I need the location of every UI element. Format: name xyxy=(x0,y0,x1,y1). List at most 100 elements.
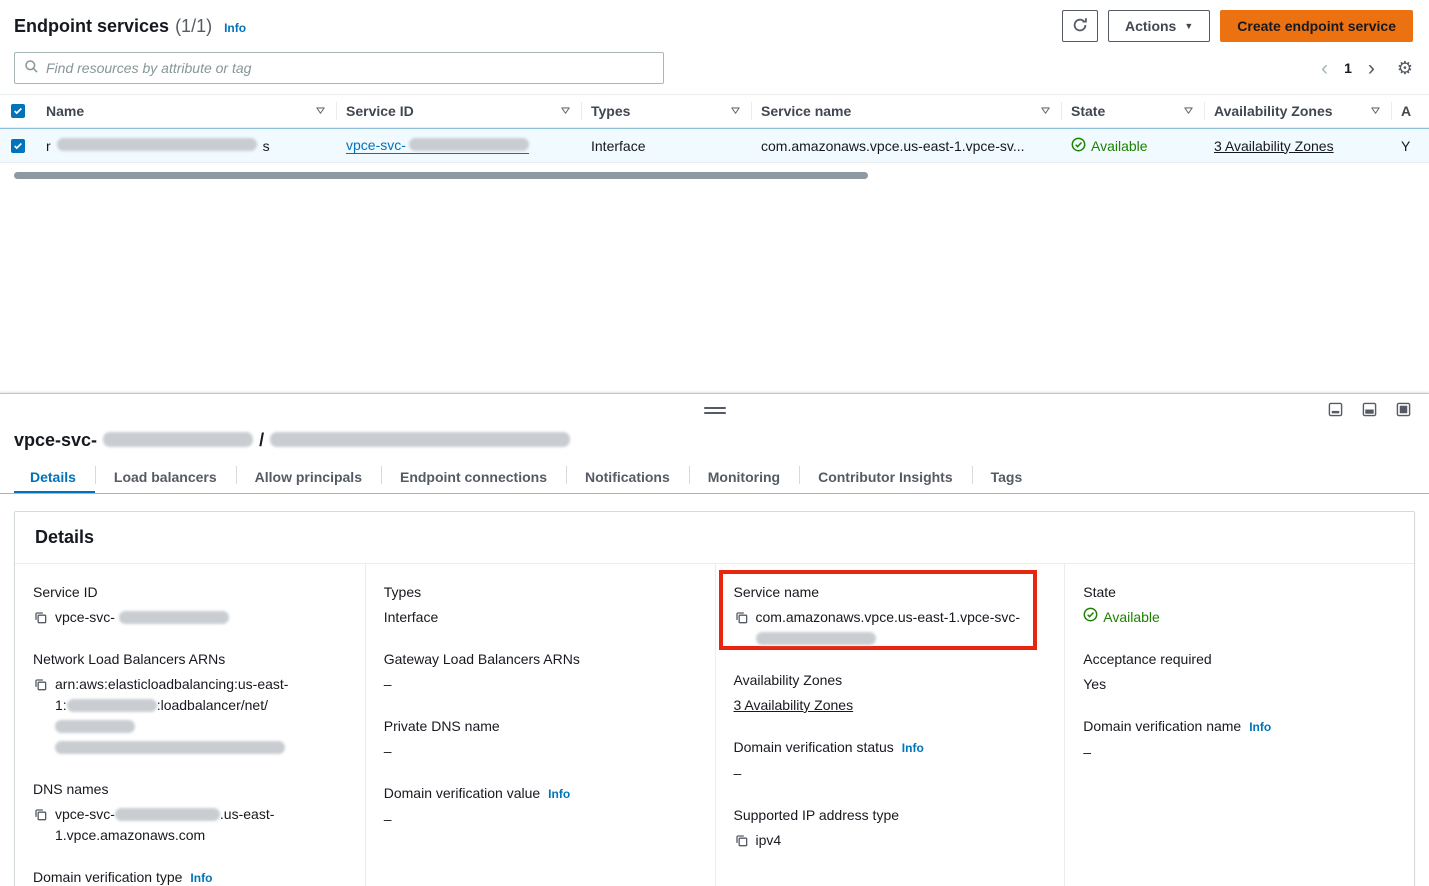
column-header-name[interactable]: Name xyxy=(36,95,336,127)
availability-zones-link[interactable]: 3 Availability Zones xyxy=(734,697,854,713)
field-service-id: Service ID vpce-svc- xyxy=(33,582,345,628)
filter-triangle-icon[interactable] xyxy=(560,103,571,119)
details-column-3: Service name com.amazonaws.vpce.us-east-… xyxy=(715,564,1065,886)
cell-types: Interface xyxy=(581,129,751,162)
split-panel: vpce-svc- / Details Load balancers Allow… xyxy=(0,393,1429,886)
table-controls-row: ‹ 1 › ⚙ xyxy=(0,50,1429,94)
field-nlb-arns: Network Load Balancers ARNs arn:aws:elas… xyxy=(33,649,345,758)
split-panel-drag-handle[interactable] xyxy=(704,407,726,417)
redacted-text xyxy=(57,138,257,151)
column-header-truncated[interactable]: A xyxy=(1391,95,1429,127)
endpoint-services-table: Name Service ID Types Service name State… xyxy=(0,94,1429,179)
copy-icon[interactable] xyxy=(33,677,48,692)
search-box xyxy=(14,52,664,84)
details-card: Details Service ID vpce-svc- xyxy=(14,511,1415,886)
refresh-button[interactable] xyxy=(1062,10,1098,42)
tab-notifications[interactable]: Notifications xyxy=(566,461,689,493)
column-header-state[interactable]: State xyxy=(1061,95,1204,127)
split-panel-title: vpce-svc- / xyxy=(0,428,1429,461)
table-header-row: Name Service ID Types Service name State… xyxy=(0,94,1429,128)
field-domain-verification-name: Domain verification nameInfo – xyxy=(1083,716,1394,763)
filter-triangle-icon[interactable] xyxy=(1370,103,1381,119)
tab-allow-principals[interactable]: Allow principals xyxy=(236,461,381,493)
cell-service-id: vpce-svc- xyxy=(336,129,581,162)
tab-contributor-insights[interactable]: Contributor Insights xyxy=(799,461,972,493)
check-circle-icon xyxy=(1083,607,1098,628)
status-badge: Available xyxy=(1071,137,1148,155)
redacted-text xyxy=(67,699,157,712)
redacted-text xyxy=(270,432,570,447)
copy-icon[interactable] xyxy=(33,610,48,625)
resource-count: (1/1) xyxy=(175,16,212,37)
availability-zones-link[interactable]: 3 Availability Zones xyxy=(1214,138,1334,154)
settings-gear-icon[interactable]: ⚙ xyxy=(1397,58,1413,79)
redacted-text xyxy=(55,720,135,733)
endpoint-services-list-section: Endpoint services (1/1) Info Actions ▼ C… xyxy=(0,0,1429,393)
search-input[interactable] xyxy=(46,60,654,76)
redacted-text xyxy=(115,808,220,821)
field-domain-verification-type: Domain verification typeInfo – xyxy=(33,867,345,886)
filter-triangle-icon[interactable] xyxy=(730,103,741,119)
pagination-prev-icon[interactable]: ‹ xyxy=(1321,58,1328,79)
field-availability-zones: Availability Zones 3 Availability Zones xyxy=(734,670,1045,716)
tab-load-balancers[interactable]: Load balancers xyxy=(95,461,236,493)
field-domain-verification-value: Domain verification valueInfo – xyxy=(384,783,695,830)
details-column-1: Service ID vpce-svc- Network Load Balanc… xyxy=(15,564,365,886)
info-link[interactable]: Info xyxy=(190,871,212,885)
copy-icon[interactable] xyxy=(734,833,749,848)
info-link[interactable]: Info xyxy=(548,787,570,801)
field-acceptance-required: Acceptance required Yes xyxy=(1083,649,1394,695)
copy-icon[interactable] xyxy=(33,807,48,822)
column-header-types[interactable]: Types xyxy=(581,95,751,127)
copy-icon[interactable] xyxy=(734,610,749,625)
redacted-text xyxy=(103,432,253,447)
panel-position-bottom-icon[interactable] xyxy=(1328,402,1343,417)
redacted-text xyxy=(409,138,529,151)
create-endpoint-service-button[interactable]: Create endpoint service xyxy=(1220,10,1413,42)
field-supported-ip-type: Supported IP address type ipv4 xyxy=(734,805,1045,851)
chevron-down-icon: ▼ xyxy=(1184,21,1193,31)
tab-endpoint-connections[interactable]: Endpoint connections xyxy=(381,461,566,493)
panel-maximize-icon[interactable] xyxy=(1396,402,1411,417)
tab-monitoring[interactable]: Monitoring xyxy=(689,461,799,493)
pagination-next-icon[interactable]: › xyxy=(1368,58,1375,79)
cell-availability-zones: 3 Availability Zones xyxy=(1204,129,1391,162)
search-icon xyxy=(24,59,39,77)
pagination-current-page[interactable]: 1 xyxy=(1344,60,1352,76)
horizontal-scrollbar xyxy=(14,172,1415,179)
status-badge: Available xyxy=(1083,607,1394,628)
horizontal-scrollbar-thumb[interactable] xyxy=(14,172,868,179)
details-column-4: State Available Acceptance required Yes xyxy=(1064,564,1414,886)
field-service-name: Service name com.amazonaws.vpce.us-east-… xyxy=(734,582,1045,649)
pagination: ‹ 1 › ⚙ xyxy=(1321,58,1413,79)
table-row[interactable]: r s vpce-svc- Interface com.amazonaws.vp… xyxy=(0,128,1429,163)
actions-button-label: Actions xyxy=(1125,18,1176,34)
panel-position-split-icon[interactable] xyxy=(1362,402,1377,417)
tab-details[interactable]: Details xyxy=(14,461,95,493)
column-header-service-id[interactable]: Service ID xyxy=(336,95,581,127)
filter-triangle-icon[interactable] xyxy=(1040,103,1051,119)
field-dns-names: DNS names vpce-svc-.us-east- 1.vpce.amaz… xyxy=(33,779,345,846)
field-domain-verification-status: Domain verification statusInfo – xyxy=(734,737,1045,784)
redacted-text xyxy=(55,741,285,754)
split-panel-tabs: Details Load balancers Allow principals … xyxy=(0,461,1429,494)
check-circle-icon xyxy=(1071,137,1086,155)
row-select-cell xyxy=(0,129,36,162)
info-link[interactable]: Info xyxy=(902,741,924,755)
column-header-availability-zones[interactable]: Availability Zones xyxy=(1204,95,1391,127)
service-id-link[interactable]: vpce-svc- xyxy=(346,137,529,154)
details-heading: Details xyxy=(35,527,1394,548)
filter-triangle-icon[interactable] xyxy=(315,103,326,119)
split-panel-header-strip xyxy=(0,394,1429,428)
tab-tags[interactable]: Tags xyxy=(972,461,1042,493)
info-link[interactable]: Info xyxy=(224,21,246,35)
field-private-dns-name: Private DNS name – xyxy=(384,716,695,762)
filter-triangle-icon[interactable] xyxy=(1183,103,1194,119)
info-link[interactable]: Info xyxy=(1249,720,1271,734)
page-title: Endpoint services xyxy=(14,16,169,37)
column-header-service-name[interactable]: Service name xyxy=(751,95,1061,127)
actions-button[interactable]: Actions ▼ xyxy=(1108,10,1210,42)
row-checkbox[interactable] xyxy=(11,139,25,153)
select-all-checkbox[interactable] xyxy=(11,104,25,118)
select-all-cell xyxy=(0,95,36,127)
